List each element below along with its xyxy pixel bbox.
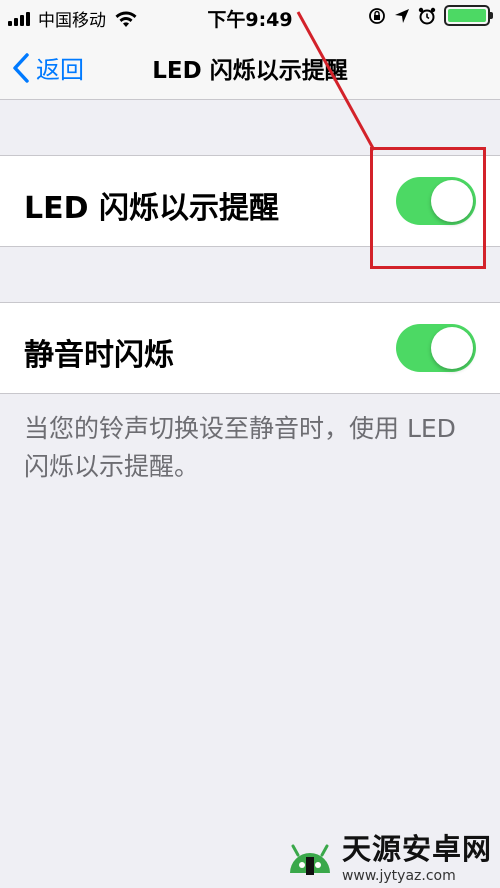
page-title: LED 闪烁以示提醒 <box>152 58 348 84</box>
settings-cell-silent-flash: 静音时闪烁 <box>0 302 500 394</box>
settings-cell-led-flash: LED 闪烁以示提醒 <box>0 155 500 247</box>
watermark-title: 天源安卓网 <box>341 832 492 866</box>
status-right <box>360 5 493 26</box>
toggle-knob <box>431 180 473 222</box>
watermark-url: www.jytyaz.com <box>341 868 456 884</box>
silent-flash-label: 静音时闪烁 <box>24 338 174 373</box>
orientation-lock-icon <box>369 7 385 24</box>
watermark: 天源安卓网 www.jytyaz.com <box>284 826 492 884</box>
led-flash-label: LED 闪烁以示提醒 <box>24 191 279 226</box>
footer-note: 当您的铃声切换设至静音时，使用 LED 闪烁以示提醒。 <box>24 414 456 481</box>
battery-fill <box>448 9 486 22</box>
toggle-knob <box>431 327 473 369</box>
alarm-icon <box>418 7 436 24</box>
battery-icon <box>444 5 493 26</box>
status-bar: 中国移动 下午9:49 <box>0 0 500 32</box>
location-icon <box>395 8 409 23</box>
silent-flash-toggle[interactable] <box>396 324 476 372</box>
navigation-bar: 返回 LED 闪烁以示提醒 <box>0 32 500 100</box>
android-logo-icon <box>289 844 330 875</box>
led-flash-toggle[interactable] <box>396 177 476 225</box>
